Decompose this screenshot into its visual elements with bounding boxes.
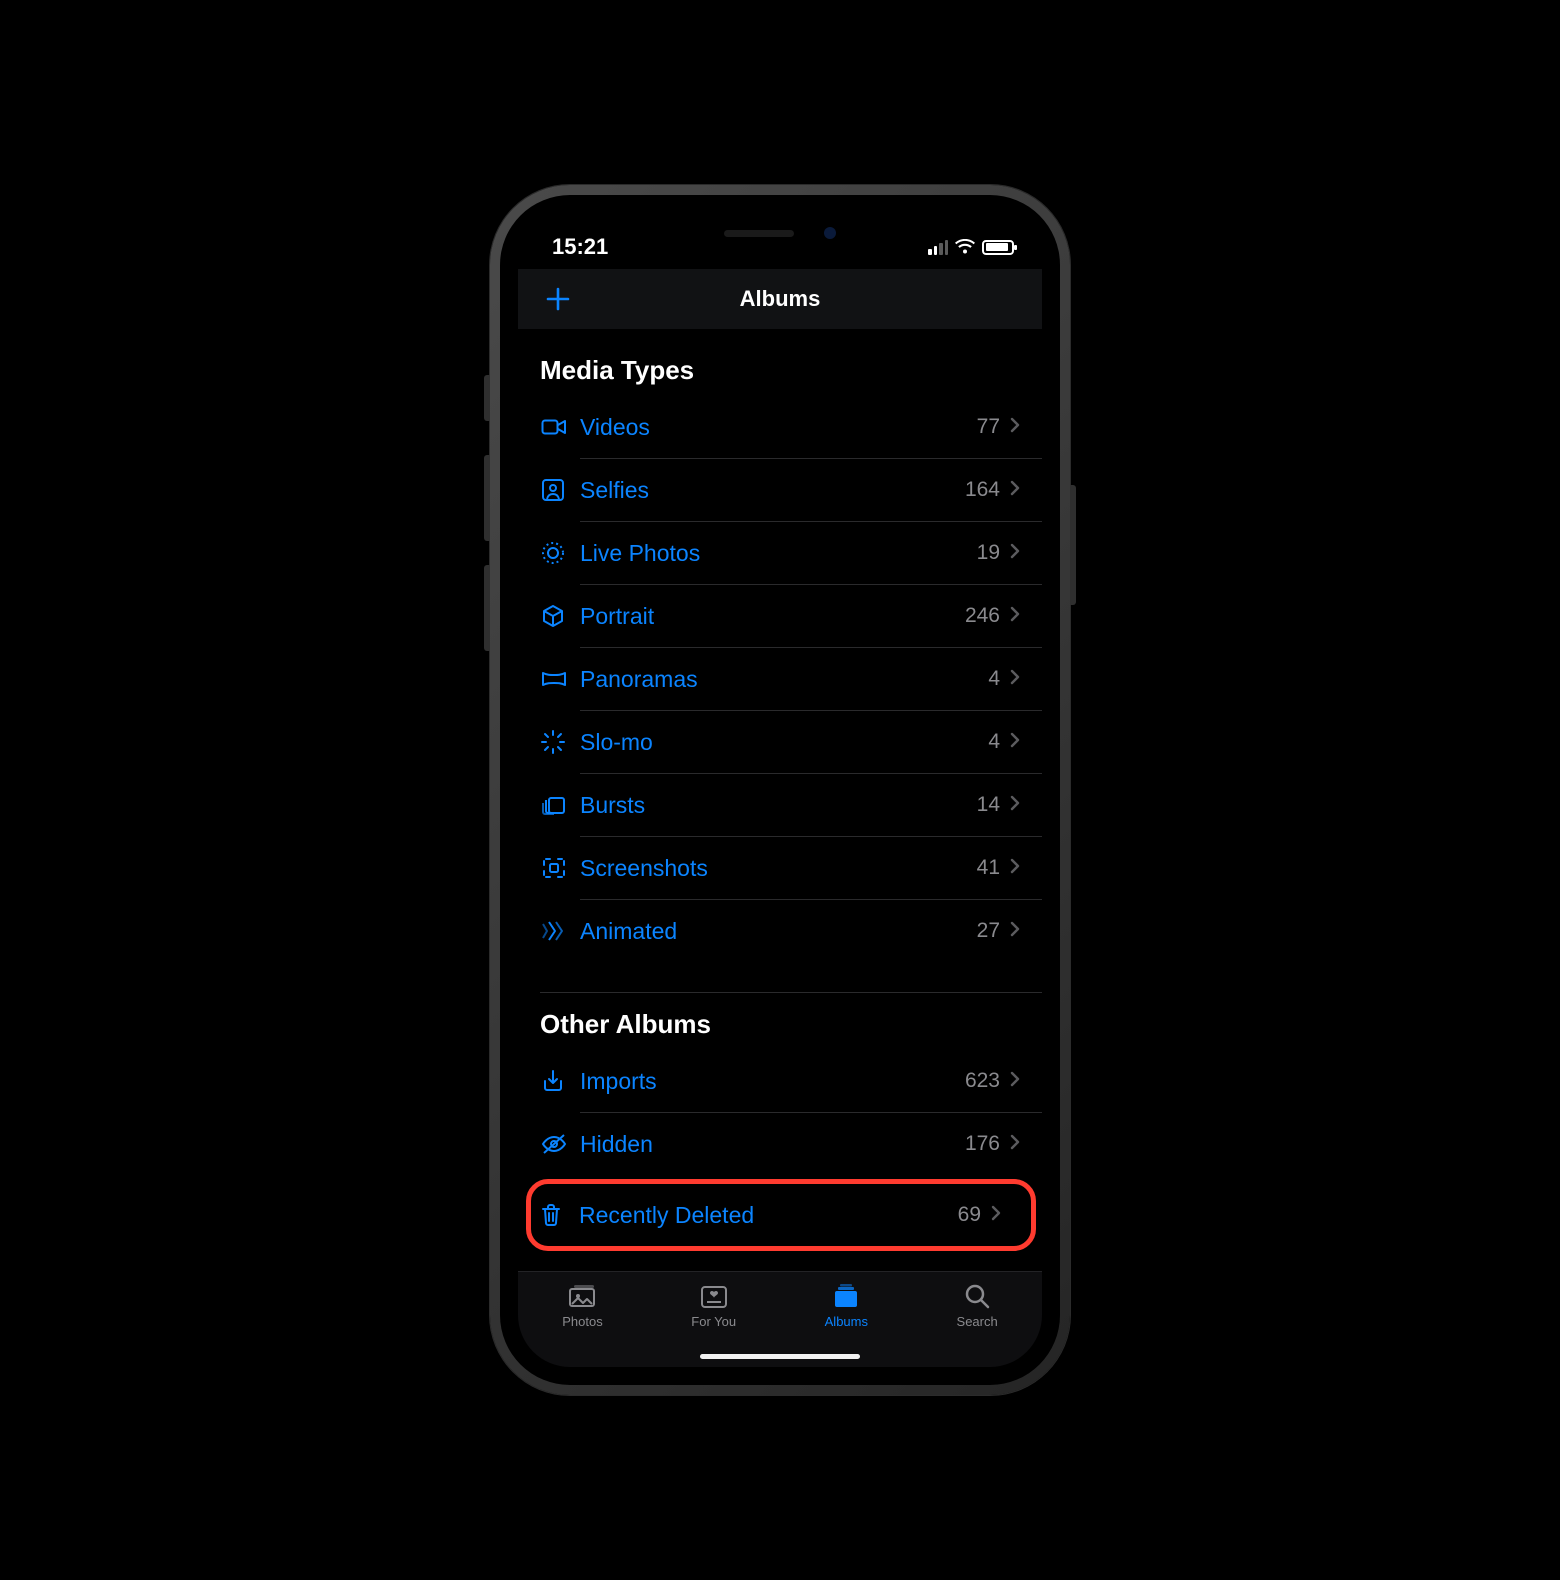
volume-down-button: [484, 565, 490, 651]
row-panoramas[interactable]: Panoramas 4: [540, 648, 1042, 710]
wifi-icon: [954, 239, 976, 255]
row-count: 69: [958, 1203, 981, 1227]
row-label: Screenshots: [580, 855, 977, 882]
chevron-right-icon: [1010, 669, 1020, 690]
hidden-icon: [540, 1131, 580, 1157]
screenshot-icon: [540, 855, 580, 881]
tab-albums[interactable]: Albums: [825, 1282, 868, 1329]
nav-title: Albums: [740, 286, 821, 312]
home-indicator[interactable]: [700, 1354, 860, 1359]
chevron-right-icon: [1010, 1071, 1020, 1092]
chevron-right-icon: [1010, 543, 1020, 564]
content: Media Types Videos 77 Selfies 164: [518, 329, 1042, 1271]
other-albums-list: Imports 623 Hidden 176 Recently Deleted: [518, 1050, 1042, 1251]
row-recently-deleted[interactable]: Recently Deleted 69: [539, 1184, 1023, 1246]
tab-search[interactable]: Search: [957, 1282, 998, 1329]
plus-icon: [543, 284, 573, 314]
section-title-other-albums: Other Albums: [518, 993, 1042, 1050]
chevron-right-icon: [1010, 795, 1020, 816]
phone-frame: 15:21 Albums: [490, 185, 1070, 1395]
battery-icon: [982, 240, 1014, 255]
add-album-button[interactable]: [536, 277, 580, 321]
chevron-right-icon: [1010, 606, 1020, 627]
row-screenshots[interactable]: Screenshots 41: [540, 837, 1042, 899]
foryou-icon: [699, 1282, 729, 1310]
row-count: 246: [965, 604, 1000, 628]
selfie-icon: [540, 477, 580, 503]
bursts-icon: [540, 792, 580, 818]
row-count: 77: [977, 415, 1000, 439]
row-videos[interactable]: Videos 77: [540, 396, 1042, 458]
status-time: 15:21: [552, 234, 608, 260]
search-icon: [963, 1282, 991, 1310]
row-label: Panoramas: [580, 666, 988, 693]
cellular-signal-icon: [928, 239, 948, 255]
nav-bar: Albums: [518, 269, 1042, 329]
section-title-media-types: Media Types: [518, 339, 1042, 396]
row-label: Hidden: [580, 1131, 965, 1158]
chevron-right-icon: [1010, 858, 1020, 879]
albums-icon: [830, 1282, 862, 1310]
chevron-right-icon: [1010, 732, 1020, 753]
front-camera: [824, 227, 836, 239]
trash-icon: [539, 1202, 579, 1228]
tab-for-you[interactable]: For You: [691, 1282, 736, 1329]
row-count: 4: [988, 667, 1000, 691]
row-label: Selfies: [580, 477, 965, 504]
tab-bar: Photos For You Albums Search: [518, 1271, 1042, 1367]
row-animated[interactable]: Animated 27: [540, 900, 1042, 962]
row-label: Animated: [580, 918, 977, 945]
row-bursts[interactable]: Bursts 14: [540, 774, 1042, 836]
row-selfies[interactable]: Selfies 164: [540, 459, 1042, 521]
cube-icon: [540, 603, 580, 629]
notch: [655, 213, 905, 253]
tab-label: Albums: [825, 1314, 868, 1329]
livephoto-icon: [540, 540, 580, 566]
chevron-right-icon: [1010, 480, 1020, 501]
slomo-icon: [540, 729, 580, 755]
row-count: 176: [965, 1132, 1000, 1156]
side-button: [1070, 485, 1076, 605]
row-count: 27: [977, 919, 1000, 943]
videocam-icon: [540, 413, 580, 441]
photos-icon: [566, 1282, 600, 1310]
row-count: 19: [977, 541, 1000, 565]
tab-label: For You: [691, 1314, 736, 1329]
chevron-right-icon: [1010, 1134, 1020, 1155]
speaker: [724, 230, 794, 237]
row-label: Bursts: [580, 792, 977, 819]
import-icon: [540, 1068, 580, 1094]
row-label: Portrait: [580, 603, 965, 630]
row-count: 14: [977, 793, 1000, 817]
chevron-right-icon: [1010, 921, 1020, 942]
row-label: Live Photos: [580, 540, 977, 567]
row-label: Videos: [580, 414, 977, 441]
row-count: 164: [965, 478, 1000, 502]
panorama-icon: [540, 666, 580, 692]
chevron-right-icon: [991, 1205, 1001, 1226]
chevron-right-icon: [1010, 417, 1020, 438]
row-count: 623: [965, 1069, 1000, 1093]
row-live-photos[interactable]: Live Photos 19: [540, 522, 1042, 584]
highlight-recently-deleted: Recently Deleted 69: [526, 1179, 1036, 1251]
tab-label: Search: [957, 1314, 998, 1329]
row-label: Imports: [580, 1068, 965, 1095]
row-count: 4: [988, 730, 1000, 754]
row-count: 41: [977, 856, 1000, 880]
row-slomo[interactable]: Slo-mo 4: [540, 711, 1042, 773]
row-label: Slo-mo: [580, 729, 988, 756]
animated-icon: [540, 918, 580, 944]
mute-switch: [484, 375, 490, 421]
row-imports[interactable]: Imports 623: [540, 1050, 1042, 1112]
media-types-list: Videos 77 Selfies 164 Live Photos 19: [518, 396, 1042, 962]
volume-up-button: [484, 455, 490, 541]
row-hidden[interactable]: Hidden 176: [540, 1113, 1042, 1175]
row-portrait[interactable]: Portrait 246: [540, 585, 1042, 647]
tab-photos[interactable]: Photos: [562, 1282, 602, 1329]
row-label: Recently Deleted: [579, 1202, 958, 1229]
tab-label: Photos: [562, 1314, 602, 1329]
